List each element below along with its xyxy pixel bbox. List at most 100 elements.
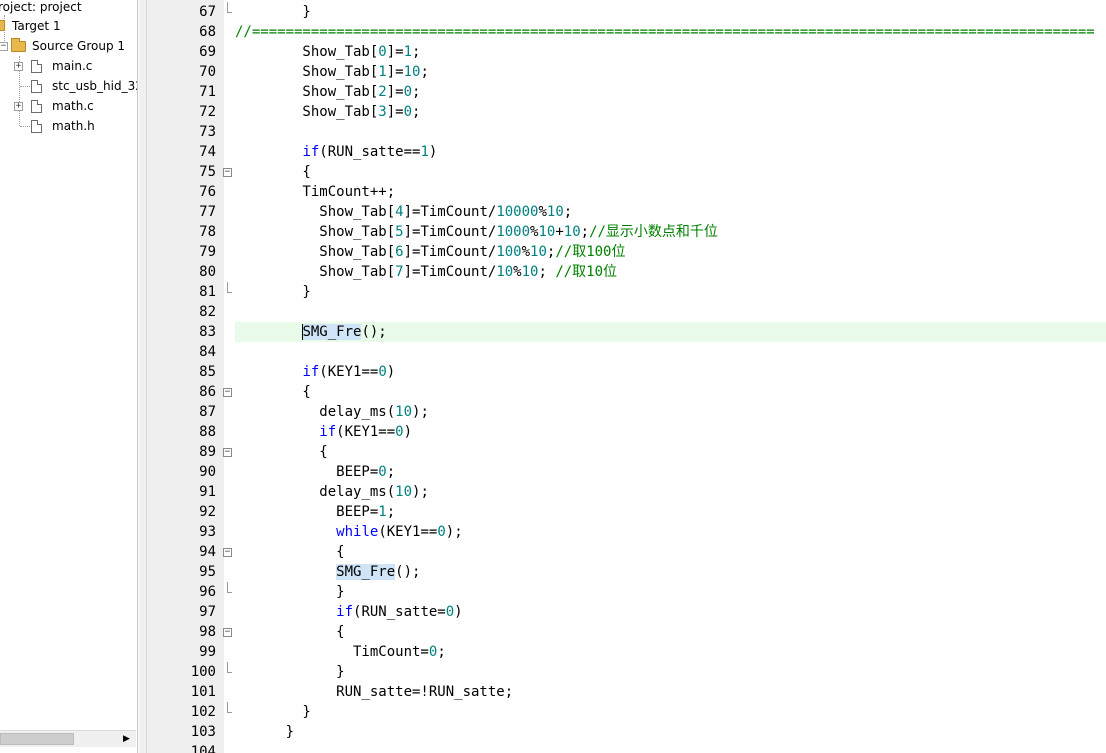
code-text[interactable]: } xyxy=(235,282,1106,302)
code-text[interactable]: Show_Tab[3]=0; xyxy=(235,102,1106,122)
code-text[interactable]: Show_Tab[2]=0; xyxy=(235,82,1106,102)
code-line[interactable]: 101 RUN_satte=!RUN_satte; xyxy=(146,682,1106,702)
code-line[interactable]: 72 Show_Tab[3]=0; xyxy=(146,102,1106,122)
code-line[interactable]: 73 xyxy=(146,122,1106,142)
tree-item-math-h[interactable]: math.h xyxy=(52,116,95,136)
code-text[interactable]: SMG_Fre(); xyxy=(235,322,1106,342)
code-text[interactable]: } xyxy=(235,582,1106,602)
code-line[interactable]: 71 Show_Tab[2]=0; xyxy=(146,82,1106,102)
code-text[interactable]: if(KEY1==0) xyxy=(235,362,1106,382)
code-line[interactable]: 88 if(KEY1==0) xyxy=(146,422,1106,442)
code-line[interactable]: 87 delay_ms(10); xyxy=(146,402,1106,422)
code-line[interactable]: 98− { xyxy=(146,622,1106,642)
code-text[interactable]: delay_ms(10); xyxy=(235,402,1106,422)
code-text[interactable]: Show_Tab[0]=1; xyxy=(235,42,1106,62)
code-text[interactable]: TimCount++; xyxy=(235,182,1106,202)
code-text[interactable]: delay_ms(10); xyxy=(235,482,1106,502)
code-text[interactable]: } xyxy=(235,662,1106,682)
code-text[interactable]: if(KEY1==0) xyxy=(235,422,1106,442)
code-line[interactable]: 74 if(RUN_satte==1) xyxy=(146,142,1106,162)
code-text[interactable]: SMG_Fre(); xyxy=(235,562,1106,582)
code-line[interactable]: 95 SMG_Fre(); xyxy=(146,562,1106,582)
code-line[interactable]: 76 TimCount++; xyxy=(146,182,1106,202)
code-line[interactable]: 89− { xyxy=(146,442,1106,462)
code-text[interactable]: RUN_satte=!RUN_satte; xyxy=(235,682,1106,702)
code-text[interactable]: //======================================… xyxy=(235,22,1106,42)
code-text[interactable]: } xyxy=(235,722,1106,742)
code-text[interactable]: if(RUN_satte=0) xyxy=(235,602,1106,622)
tree-item-math-c[interactable]: math.c xyxy=(52,96,94,116)
collapse-group-icon[interactable]: − xyxy=(0,42,8,51)
code-text[interactable] xyxy=(235,122,1106,142)
expand-main-c-icon[interactable]: + xyxy=(14,62,23,71)
code-text[interactable]: { xyxy=(235,442,1106,462)
code-text[interactable]: BEEP=0; xyxy=(235,462,1106,482)
code-text[interactable]: BEEP=1; xyxy=(235,502,1106,522)
tree-item-main-c[interactable]: main.c xyxy=(52,56,92,76)
code-line[interactable]: 69 Show_Tab[0]=1; xyxy=(146,42,1106,62)
code-line[interactable]: 93 while(KEY1==0); xyxy=(146,522,1106,542)
file-icon xyxy=(31,100,42,113)
code-editor[interactable]: 67 } 68 //================================… xyxy=(146,0,1106,753)
code-line[interactable]: 103 } xyxy=(146,722,1106,742)
code-line[interactable]: 96 } xyxy=(146,582,1106,602)
code-text[interactable]: } xyxy=(235,702,1106,722)
code-line[interactable]: 77 Show_Tab[4]=TimCount/10000%10; xyxy=(146,202,1106,222)
fold-collapse-icon[interactable]: − xyxy=(223,448,232,457)
project-panel-scrollbar[interactable]: ▶ xyxy=(0,730,136,747)
code-text[interactable]: Show_Tab[5]=TimCount/1000%10+10;//显示小数点和… xyxy=(235,222,1106,242)
code-text[interactable] xyxy=(235,342,1106,362)
code-line[interactable]: 80 Show_Tab[7]=TimCount/10%10; //取10位 xyxy=(146,262,1106,282)
scroll-right-arrow-icon[interactable]: ▶ xyxy=(118,732,135,747)
code-line[interactable]: 85 if(KEY1==0) xyxy=(146,362,1106,382)
code-line[interactable]: 83 SMG_Fre(); xyxy=(146,322,1106,342)
code-line[interactable]: 67 } xyxy=(146,2,1106,22)
code-text[interactable]: { xyxy=(235,382,1106,402)
code-line[interactable]: 82 xyxy=(146,302,1106,322)
fold-collapse-icon[interactable]: − xyxy=(223,628,232,637)
code-line[interactable]: 99 TimCount=0; xyxy=(146,642,1106,662)
fold-collapse-icon[interactable]: − xyxy=(223,168,232,177)
code-line[interactable]: 94− { xyxy=(146,542,1106,562)
code-text[interactable]: { xyxy=(235,162,1106,182)
code-line[interactable]: 100 } xyxy=(146,662,1106,682)
code-line[interactable]: 84 xyxy=(146,342,1106,362)
code-text[interactable]: if(RUN_satte==1) xyxy=(235,142,1106,162)
fold-collapse-icon[interactable]: − xyxy=(223,548,232,557)
code-line[interactable]: 91 delay_ms(10); xyxy=(146,482,1106,502)
code-line[interactable]: 75− { xyxy=(146,162,1106,182)
code-text[interactable]: TimCount=0; xyxy=(235,642,1106,662)
code-text[interactable]: } xyxy=(235,2,1106,22)
code-text[interactable] xyxy=(235,742,1106,753)
line-number: 96 xyxy=(199,584,216,600)
code-line[interactable]: 70 Show_Tab[1]=10; xyxy=(146,62,1106,82)
code-line[interactable]: 90 BEEP=0; xyxy=(146,462,1106,482)
code-text[interactable]: Show_Tab[1]=10; xyxy=(235,62,1106,82)
code-line[interactable]: 86− { xyxy=(146,382,1106,402)
code-text[interactable]: Show_Tab[4]=TimCount/10000%10; xyxy=(235,202,1106,222)
scrollbar-thumb[interactable] xyxy=(0,733,74,745)
fold-collapse-icon[interactable]: − xyxy=(223,388,232,397)
code-text[interactable]: Show_Tab[7]=TimCount/10%10; //取10位 xyxy=(235,262,1106,282)
code-text[interactable]: Show_Tab[6]=TimCount/100%10;//取100位 xyxy=(235,242,1106,262)
code-line[interactable]: 78 Show_Tab[5]=TimCount/1000%10+10;//显示小… xyxy=(146,222,1106,242)
code-line[interactable]: 79 Show_Tab[6]=TimCount/100%10;//取100位 xyxy=(146,242,1106,262)
code-text[interactable]: while(KEY1==0); xyxy=(235,522,1106,542)
code-line[interactable]: 104 xyxy=(146,742,1106,753)
code-line[interactable]: 102 } xyxy=(146,702,1106,722)
code-text[interactable]: { xyxy=(235,622,1106,642)
code-text[interactable]: { xyxy=(235,542,1106,562)
code-line[interactable]: 92 BEEP=1; xyxy=(146,502,1106,522)
tree-item-source-group[interactable]: Source Group 1 xyxy=(32,36,125,56)
line-number: 76 xyxy=(199,184,216,200)
tree-item-target[interactable]: Target 1 xyxy=(12,16,61,36)
panel-splitter[interactable] xyxy=(139,0,146,753)
code-line[interactable]: 97 if(RUN_satte=0) xyxy=(146,602,1106,622)
line-number: 102 xyxy=(190,704,216,720)
tree-item-stc-usb-hid[interactable]: stc_usb_hid_32.l xyxy=(52,76,137,96)
code-line[interactable]: 81 } xyxy=(146,282,1106,302)
code-text[interactable] xyxy=(235,302,1106,322)
expand-math-c-icon[interactable]: + xyxy=(14,102,23,111)
project-root-label[interactable]: roject: project xyxy=(0,0,82,17)
code-line[interactable]: 68 //====================================… xyxy=(146,22,1106,42)
